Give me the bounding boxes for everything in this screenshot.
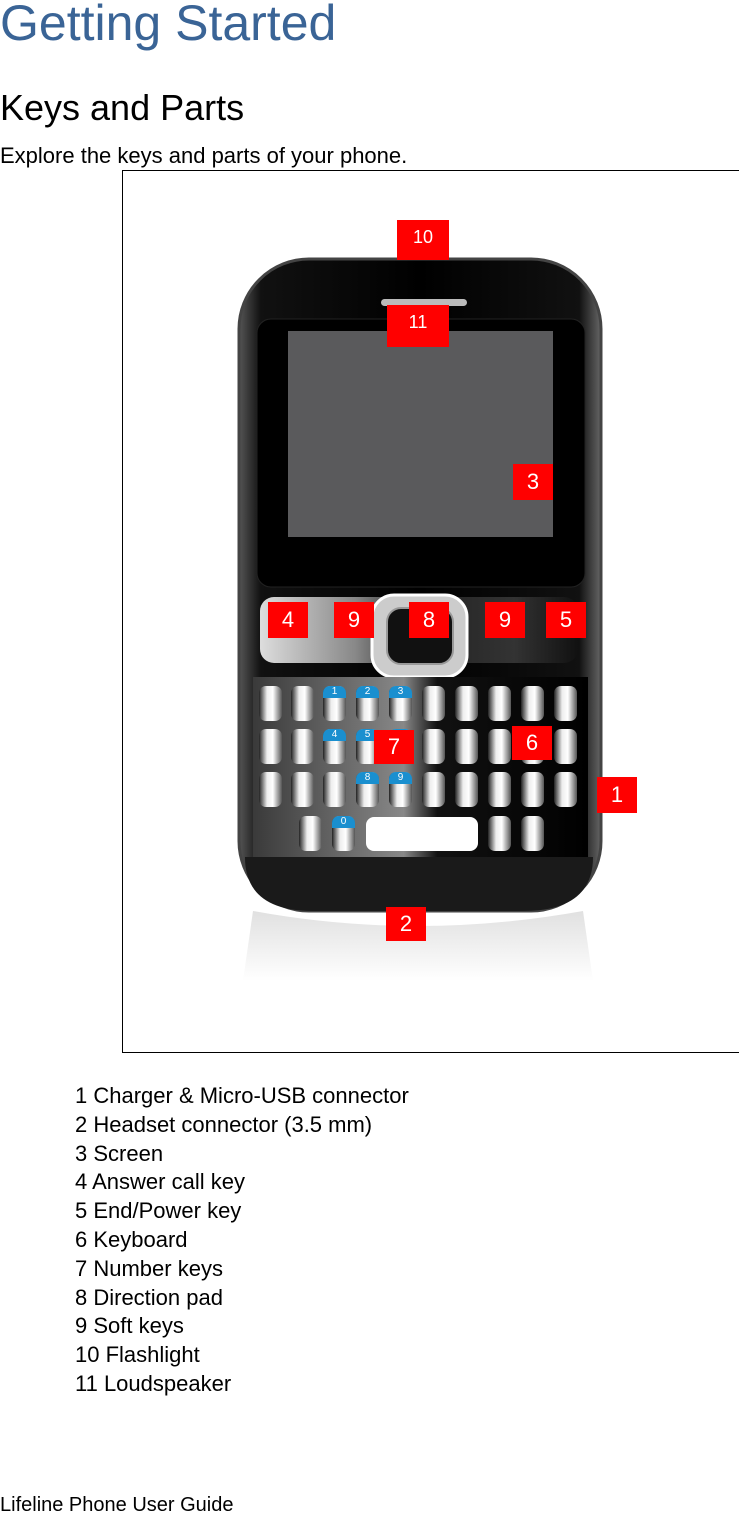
key-m[interactable]: [488, 772, 511, 807]
legend-item: 3 Screen: [75, 1140, 164, 1166]
key-j[interactable]: [455, 729, 478, 764]
callout-10-flashlight: 10: [397, 220, 449, 260]
callout-6-keyboard: 6: [512, 726, 552, 760]
key-x[interactable]: [323, 772, 346, 807]
callout-9-soft-key-right: 9: [485, 602, 525, 638]
phone-chin: [245, 857, 593, 911]
callout-1-charger-connector: 1: [597, 777, 637, 813]
key-q[interactable]: [259, 686, 282, 721]
legend-item: 9 Soft keys: [75, 1313, 184, 1339]
key-k[interactable]: [488, 729, 511, 764]
key-p[interactable]: [554, 686, 577, 721]
key-backspace[interactable]: [554, 729, 577, 764]
page-title: Getting Started: [0, 0, 337, 51]
callout-3-screen: 3: [513, 464, 553, 500]
key-enter[interactable]: [554, 772, 577, 807]
phone-diagram-figure: 1 2 3 4 5 6 8 9 0 10 11 3 4 9 8: [122, 170, 739, 1053]
legend-item: 8 Direction pad: [75, 1284, 223, 1310]
key-u[interactable]: [455, 686, 478, 721]
section-heading: Keys and Parts: [0, 87, 245, 128]
key-o[interactable]: [521, 686, 544, 721]
legend-item: 4 Answer call key: [75, 1169, 245, 1195]
page-footer: Lifeline Phone User Guide: [0, 1494, 234, 1516]
callout-8-direction-pad: 8: [409, 602, 449, 638]
callout-11-loudspeaker: 11: [387, 305, 449, 347]
legend-item: 2 Headset connector (3.5 mm): [75, 1111, 373, 1137]
key-i[interactable]: [488, 686, 511, 721]
key-e-1[interactable]: 1: [323, 686, 346, 721]
key-n[interactable]: [455, 772, 478, 807]
parts-legend: 1 Charger & Micro-USB connector 2 Headse…: [75, 1082, 409, 1399]
key-t-3[interactable]: 3: [389, 686, 412, 721]
callout-4-answer-key: 4: [268, 602, 308, 638]
key-s[interactable]: [291, 729, 314, 764]
key-r-2[interactable]: 2: [356, 686, 379, 721]
key-shift[interactable]: [299, 816, 322, 851]
key-y[interactable]: [422, 686, 445, 721]
legend-item: 11 Loudspeaker: [75, 1370, 232, 1396]
legend-item: 1 Charger & Micro-USB connector: [75, 1083, 409, 1108]
key-d-4[interactable]: 4: [323, 729, 346, 764]
key-h[interactable]: [422, 729, 445, 764]
callout-7-number-keys: 7: [374, 730, 414, 764]
key-alt[interactable]: [259, 772, 282, 807]
key-mute[interactable]: [521, 816, 544, 851]
callout-5-end-power-key: 5: [546, 602, 586, 638]
key-w[interactable]: [291, 686, 314, 721]
screen: [288, 331, 553, 537]
space-key: [366, 817, 478, 851]
key-c-8[interactable]: 8: [356, 772, 379, 807]
callout-9-soft-key-left: 9: [334, 602, 374, 638]
legend-item: 5 End/Power key: [75, 1198, 242, 1224]
key-v-9[interactable]: 9: [389, 772, 412, 807]
legend-item: 7 Number keys: [75, 1255, 223, 1281]
legend-item: 10 Flashlight: [75, 1342, 200, 1368]
key-b[interactable]: [422, 772, 445, 807]
callout-2-headset-connector: 2: [386, 907, 426, 941]
key-0-flashlight[interactable]: 0: [332, 816, 355, 851]
intro-text: Explore the keys and parts of your phone…: [0, 143, 408, 168]
legend-item: 6 Keyboard: [75, 1226, 188, 1252]
key-z[interactable]: [291, 772, 314, 807]
key-question[interactable]: [521, 772, 544, 807]
key-sym[interactable]: [488, 816, 511, 851]
key-a[interactable]: [259, 729, 282, 764]
